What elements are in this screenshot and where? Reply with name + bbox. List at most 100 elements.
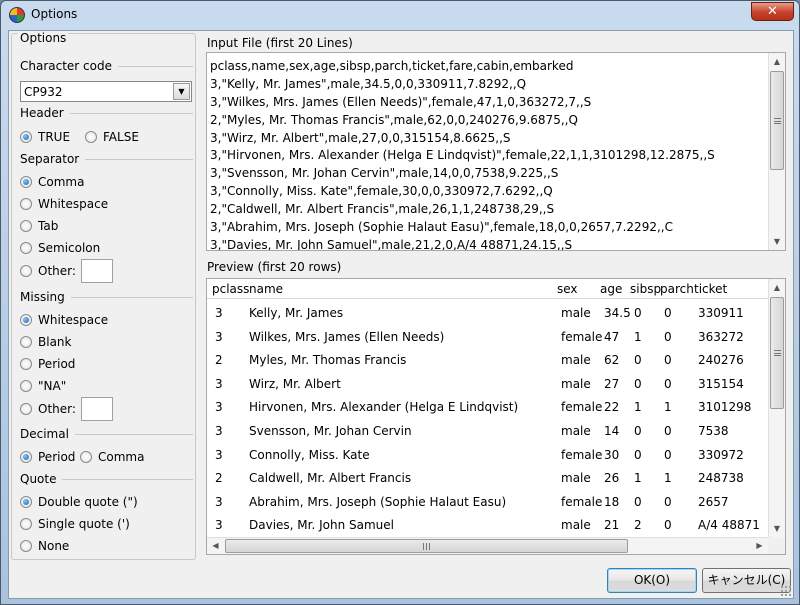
- table-cell: 34.5: [604, 306, 631, 320]
- table-row[interactable]: 3 Connolly, Miss. Kate female 30 0 0 330972: [207, 443, 768, 467]
- input-file-line: 2,"Myles, Mr. Thomas Francis",male,62,0,…: [210, 112, 578, 127]
- table-cell: 1: [634, 329, 642, 344]
- table-cell: 21: [604, 518, 620, 533]
- preview-grid[interactable]: pclass name sex age sibsp parch ticket 3 Kelly,…: [206, 278, 786, 555]
- missing-period-radio[interactable]: Period: [20, 357, 75, 371]
- preview-vertical-scrollbar[interactable]: ▲ ▼: [768, 279, 785, 537]
- input-file-line: 3,"Davies, Mr. John Samuel",male,21,2,0,…: [210, 237, 573, 251]
- quote-none-radio[interactable]: None: [20, 539, 69, 553]
- decimal-comma-radio[interactable]: Comma: [80, 450, 144, 464]
- input-file-label: Input File (first 20 Lines): [207, 36, 353, 50]
- missing-other-input[interactable]: [81, 397, 113, 421]
- input-file-scrollbar[interactable]: ▲ ▼: [768, 53, 785, 250]
- table-cell: male: [561, 424, 591, 438]
- column-header[interactable]: ticket: [694, 282, 727, 296]
- chevron-down-icon[interactable]: ▼: [173, 83, 190, 100]
- scroll-thumb[interactable]: [770, 71, 784, 170]
- table-row[interactable]: 3 Wirz, Mr. Albert male 27 0 0 315154: [207, 372, 768, 396]
- table-cell: male: [561, 353, 591, 368]
- column-header[interactable]: sex: [557, 282, 578, 296]
- table-cell: male: [561, 306, 591, 320]
- radio-icon: [20, 540, 32, 552]
- input-file-line: 3,"Hirvonen, Mrs. Alexander (Helga E Lin…: [210, 148, 715, 163]
- table-cell: 2: [634, 518, 642, 533]
- radio-icon: [20, 336, 32, 348]
- column-header[interactable]: sibsp: [630, 282, 661, 296]
- table-cell: 2657: [698, 494, 729, 509]
- missing-other-radio[interactable]: Other:: [20, 402, 76, 416]
- cancel-button[interactable]: キャンセル(C): [702, 568, 791, 593]
- radio-icon: [20, 265, 32, 277]
- separator-other-input[interactable]: [81, 259, 113, 283]
- column-header[interactable]: age: [600, 282, 622, 296]
- table-cell: Caldwell, Mr. Albert Francis: [249, 471, 412, 486]
- table-cell: 330972: [698, 447, 744, 462]
- separator-tab-radio[interactable]: Tab: [20, 219, 58, 233]
- quote-single-radio[interactable]: Single quote ('): [20, 517, 130, 531]
- missing-whitespace-radio[interactable]: Whitespace: [20, 313, 108, 327]
- table-row[interactable]: 2 Caldwell, Mr. Albert Francis male 26 1 1 248…: [207, 466, 768, 490]
- table-cell: male: [561, 376, 591, 391]
- table-cell: 0: [664, 494, 672, 509]
- table-row[interactable]: 3 Hirvonen, Mrs. Alexander (Helga E Lindq…: [207, 395, 768, 419]
- table-row[interactable]: 3 Abrahim, Mrs. Joseph (Sophie Halaut Eas…: [207, 490, 768, 514]
- radio-icon: [80, 451, 92, 463]
- table-cell: male: [561, 471, 591, 486]
- table-cell: 0: [634, 353, 642, 368]
- close-button[interactable]: ✕: [751, 2, 794, 21]
- table-cell: 3: [215, 329, 223, 344]
- column-header[interactable]: parch: [660, 282, 694, 296]
- separator-other-radio[interactable]: Other:: [20, 264, 76, 278]
- preview-horizontal-scrollbar[interactable]: ◀ ▶: [207, 537, 768, 554]
- scroll-down-icon[interactable]: ▼: [769, 520, 785, 537]
- column-header[interactable]: name: [249, 282, 283, 296]
- title-bar[interactable]: Options ✕: [1, 1, 799, 29]
- table-row[interactable]: 2 Myles, Mr. Thomas Francis male 62 0 0 240276: [207, 348, 768, 372]
- table-row[interactable]: 3 Svensson, Mr. Johan Cervin male 14 0 0 7538: [207, 419, 768, 443]
- table-row[interactable]: 3 Davies, Mr. John Samuel male 21 2 0 A/4 4887…: [207, 513, 768, 537]
- table-row[interactable]: 3 Wilkes, Mrs. James (Ellen Needs) female 4…: [207, 325, 768, 349]
- table-cell: 0: [664, 329, 672, 344]
- decimal-period-radio[interactable]: Period: [20, 450, 75, 464]
- table-cell: 330911: [698, 306, 744, 320]
- character-code-select[interactable]: CP932 ▼: [20, 81, 192, 102]
- table-cell: 2: [215, 471, 223, 486]
- scroll-thumb[interactable]: [225, 539, 628, 553]
- header-false-radio[interactable]: FALSE: [85, 130, 139, 144]
- radio-checked-icon: [20, 131, 32, 143]
- ok-button[interactable]: OK(O): [607, 568, 697, 593]
- input-file-line: 3,"Wilkes, Mrs. James (Ellen Needs)",fem…: [210, 94, 592, 109]
- input-file-line: 3,"Abrahim, Mrs. Joseph (Sophie Halaut E…: [210, 220, 673, 235]
- quote-double-radio[interactable]: Double quote ("): [20, 495, 138, 509]
- table-cell: 0: [634, 376, 642, 391]
- scroll-right-icon[interactable]: ▶: [751, 538, 768, 554]
- scroll-thumb[interactable]: [770, 297, 784, 409]
- input-file-textbox[interactable]: pclass,name,sex,age,sibsp,parch,ticket,f…: [206, 52, 786, 251]
- table-cell: Myles, Mr. Thomas Francis: [249, 353, 407, 368]
- table-cell: A/4 48871: [698, 518, 760, 533]
- table-cell: 2: [215, 353, 223, 368]
- scroll-up-icon[interactable]: ▲: [769, 279, 785, 296]
- options-dialog: Options ✕ Options Character code CP932 ▼…: [0, 0, 800, 605]
- missing-na-radio[interactable]: "NA": [20, 379, 66, 393]
- separator-whitespace-radio[interactable]: Whitespace: [20, 197, 108, 211]
- radio-icon: [20, 242, 32, 254]
- separator-comma-radio[interactable]: Comma: [20, 175, 84, 189]
- radio-checked-icon: [20, 451, 32, 463]
- table-cell: 3: [215, 424, 223, 438]
- scroll-down-icon[interactable]: ▼: [769, 233, 785, 250]
- separator-semicolon-radio[interactable]: Semicolon: [20, 241, 100, 255]
- resize-grip-icon[interactable]: [780, 585, 792, 597]
- scroll-up-icon[interactable]: ▲: [769, 53, 785, 70]
- radio-icon: [20, 220, 32, 232]
- header-true-radio[interactable]: TRUE: [20, 130, 70, 144]
- table-cell: Davies, Mr. John Samuel: [249, 518, 394, 533]
- options-legend: Options: [18, 31, 69, 45]
- table-cell: female: [561, 494, 603, 509]
- column-header[interactable]: pclass: [212, 282, 249, 296]
- table-cell: 3: [215, 306, 223, 320]
- scroll-left-icon[interactable]: ◀: [207, 538, 224, 554]
- missing-blank-radio[interactable]: Blank: [20, 335, 71, 349]
- table-row[interactable]: 3 Kelly, Mr. James male 34.5 0 0 330911: [207, 301, 768, 325]
- table-cell: 0: [634, 494, 642, 509]
